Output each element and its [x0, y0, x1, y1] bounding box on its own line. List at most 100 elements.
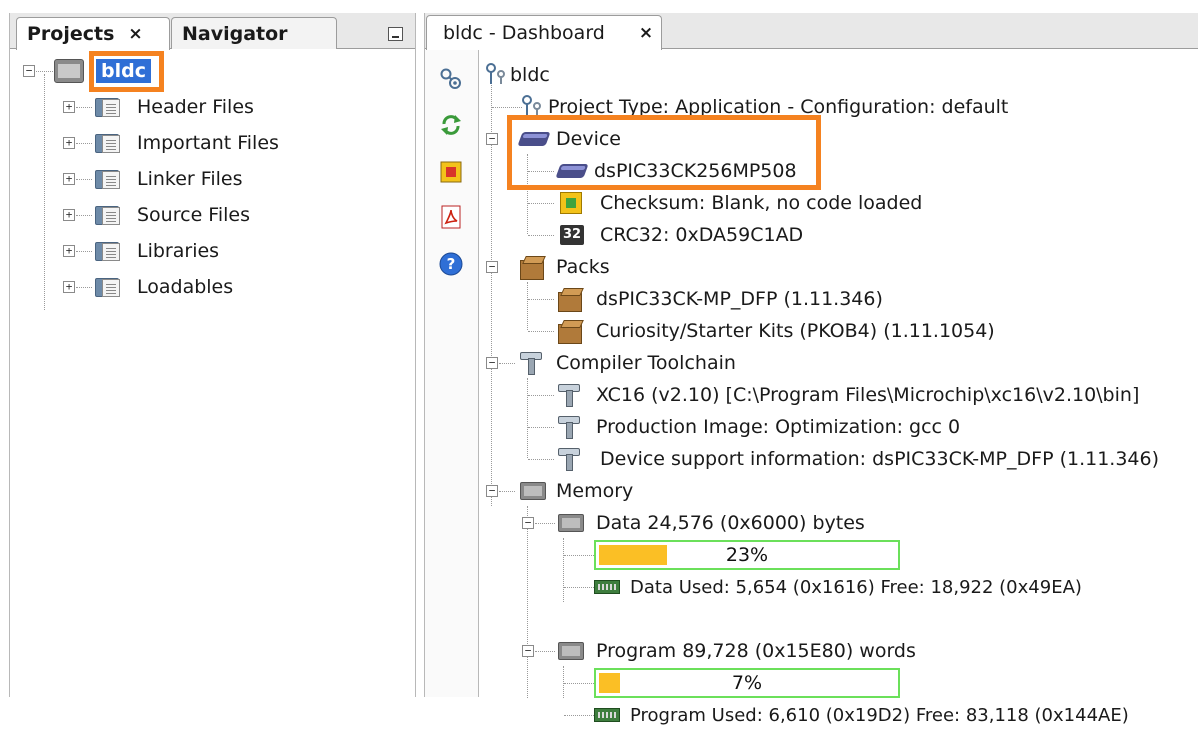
- toolchain-item: XC16 (v2.10) [C:\Program Files\Microchip…: [596, 380, 1139, 410]
- tree-connector: [535, 523, 555, 524]
- tree-connector: [76, 215, 92, 216]
- memory-program-label: Program 89,728 (0x15E80) words: [596, 640, 916, 662]
- memory-icon: [558, 642, 584, 660]
- crc32-label: CRC32: 0xDA59C1AD: [600, 224, 804, 246]
- program-usage-percent: 7%: [731, 672, 763, 694]
- tree-connector: [564, 555, 594, 556]
- folder-icon: [93, 96, 121, 118]
- project-config-icon: [486, 63, 505, 84]
- package-icon: [520, 260, 544, 280]
- tree-connector: [76, 143, 92, 144]
- expand-icon[interactable]: +: [63, 209, 75, 221]
- tree-connector: [528, 203, 554, 204]
- data-usage-bar: 23%: [594, 540, 900, 570]
- toolchain-item-label: XC16 (v2.10) [C:\Program Files\Microchip…: [596, 384, 1140, 406]
- tab-dashboard-label: bldc - Dashboard: [443, 22, 605, 44]
- dashboard-root-label: bldc: [510, 64, 550, 86]
- expand-icon[interactable]: +: [63, 245, 75, 257]
- folder-icon: [93, 132, 121, 154]
- expand-icon[interactable]: +: [63, 101, 75, 113]
- tree-item-packs[interactable]: Packs: [556, 252, 610, 282]
- tree-item-label: Header Files: [137, 96, 254, 118]
- toolchain-item-label: Production Image: Optimization: gcc 0: [596, 416, 961, 438]
- close-icon[interactable]: ×: [639, 23, 653, 43]
- collapse-icon[interactable]: −: [522, 645, 534, 657]
- tree-connector: [527, 282, 528, 330]
- tree-connector: [535, 651, 555, 652]
- tree-connector: [527, 378, 528, 458]
- pdf-icon[interactable]: [439, 205, 463, 229]
- projects-tab-bar: Projects × Navigator: [10, 13, 415, 50]
- hammer-icon: [520, 352, 542, 375]
- program-usage-bar: 7%: [594, 668, 900, 698]
- tree-item-compiler-toolchain[interactable]: Compiler Toolchain: [556, 348, 736, 378]
- tree-connector: [76, 287, 92, 288]
- tree-item-important-files[interactable]: Important Files: [137, 128, 279, 158]
- collapse-icon[interactable]: −: [23, 65, 35, 77]
- svg-text:?: ?: [447, 255, 456, 273]
- memory-icon: [520, 482, 546, 500]
- tree-connector: [76, 107, 92, 108]
- ram-icon: [594, 708, 620, 722]
- tree-connector: [528, 459, 554, 460]
- folder-icon: [93, 168, 121, 190]
- memory-program[interactable]: Program 89,728 (0x15E80) words: [596, 636, 916, 666]
- crc32: CRC32: 0xDA59C1AD: [600, 220, 803, 250]
- package-icon: [558, 324, 582, 344]
- tree-item-label: Linker Files: [137, 168, 243, 190]
- data-used: Data Used: 5,654 (0x1616) Free: 18,922 (…: [630, 572, 1082, 602]
- expand-icon[interactable]: +: [63, 137, 75, 149]
- collapse-icon[interactable]: −: [486, 133, 498, 145]
- settings-icon[interactable]: [439, 67, 463, 91]
- highlight-box: [89, 51, 164, 92]
- close-icon[interactable]: ×: [128, 24, 142, 44]
- tree-connector: [564, 587, 594, 588]
- toolchain-item-label: Device support information: dsPIC33CK-MP…: [600, 448, 1159, 470]
- tree-connector: [76, 251, 92, 252]
- minimize-icon[interactable]: [388, 27, 403, 41]
- pack-item: dsPIC33CK-MP_DFP (1.11.346): [596, 284, 883, 314]
- checksum-label: Checksum: Blank, no code loaded: [600, 192, 923, 214]
- tree-item-linker-files[interactable]: Linker Files: [137, 164, 242, 194]
- refresh-icon[interactable]: [439, 113, 463, 137]
- help-icon[interactable]: ?: [439, 252, 463, 276]
- tree-connector: [528, 427, 554, 428]
- tree-connector: [564, 715, 594, 716]
- pack-item-label: dsPIC33CK-MP_DFP (1.11.346): [596, 288, 883, 310]
- collapse-icon[interactable]: −: [486, 357, 498, 369]
- expand-icon[interactable]: +: [63, 281, 75, 293]
- stop-icon[interactable]: [439, 160, 463, 184]
- memory-data-label: Data 24,576 (0x6000) bytes: [596, 512, 865, 534]
- tab-dashboard[interactable]: bldc - Dashboard ×: [426, 15, 662, 50]
- dashboard-tree: bldc Project Type: Application - Configu…: [480, 50, 1198, 726]
- tab-navigator[interactable]: Navigator: [171, 17, 337, 49]
- tree-item-loadables[interactable]: Loadables: [137, 272, 233, 302]
- dashboard-root[interactable]: bldc: [510, 60, 550, 90]
- tree-connector: [528, 331, 554, 332]
- ide-window: Projects × Navigator − bldc + Header Fil: [0, 0, 1198, 726]
- collapse-icon[interactable]: −: [486, 261, 498, 273]
- tree-item-label: Important Files: [137, 132, 279, 154]
- expand-icon[interactable]: +: [63, 173, 75, 185]
- tree-connector: [563, 538, 564, 602]
- tab-projects[interactable]: Projects ×: [16, 17, 170, 50]
- dashboard-panel: bldc - Dashboard × ? bldc Project Type: …: [424, 13, 1198, 726]
- highlight-box: [507, 115, 821, 190]
- tree-item-label: Source Files: [137, 204, 250, 226]
- folder-icon: [93, 276, 121, 298]
- tree-connector: [563, 666, 564, 698]
- tree-item-source-files[interactable]: Source Files: [137, 200, 250, 230]
- tree-item-label: Loadables: [137, 276, 234, 298]
- dashboard-tab-bar: bldc - Dashboard ×: [425, 13, 1198, 50]
- tree-item-memory[interactable]: Memory: [556, 476, 633, 506]
- tree-item-header-files[interactable]: Header Files: [137, 92, 254, 122]
- tree-connector: [492, 107, 522, 108]
- collapse-icon[interactable]: −: [486, 485, 498, 497]
- memory-data[interactable]: Data 24,576 (0x6000) bytes: [596, 508, 865, 538]
- collapse-icon[interactable]: −: [522, 517, 534, 529]
- tree-connector: [528, 395, 554, 396]
- tree-connector: [564, 683, 594, 684]
- data-usage-percent: 23%: [725, 544, 769, 566]
- tree-item-libraries[interactable]: Libraries: [137, 236, 219, 266]
- tree-item-label: Libraries: [137, 240, 220, 262]
